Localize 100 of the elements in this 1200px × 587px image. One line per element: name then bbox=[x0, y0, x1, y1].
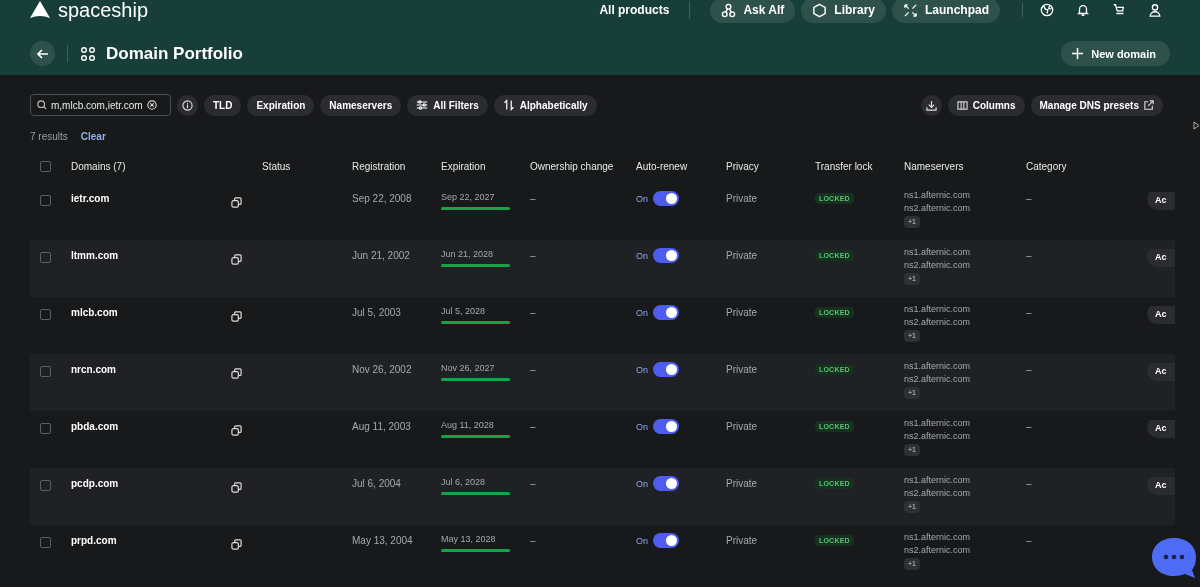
checkbox[interactable] bbox=[40, 309, 51, 320]
search-input[interactable]: m,mlcb.com,ietr.com bbox=[51, 99, 143, 111]
auto-renew-label: On bbox=[636, 307, 648, 318]
plus-icon bbox=[1072, 48, 1084, 59]
nameserver: ns1.afternic.com bbox=[904, 246, 971, 259]
registration-date: Jul 6, 2004 bbox=[352, 477, 402, 489]
copy-icon[interactable] bbox=[231, 539, 242, 550]
expiration-bar bbox=[441, 435, 510, 438]
cart-icon[interactable] bbox=[1112, 3, 1126, 17]
filter-chip[interactable]: Alphabetically bbox=[493, 94, 597, 116]
category: – bbox=[1026, 534, 1033, 546]
category: – bbox=[1026, 420, 1033, 432]
expiration-date: Jun 21, 2028 bbox=[441, 249, 495, 259]
registration-date: Nov 26, 2002 bbox=[352, 363, 413, 375]
checkbox[interactable] bbox=[40, 366, 51, 377]
ownership-change: – bbox=[530, 420, 537, 432]
toggle-switch[interactable] bbox=[653, 476, 679, 491]
filter-chip[interactable]: Expiration bbox=[247, 94, 315, 116]
action-button[interactable]: Ac bbox=[1147, 306, 1175, 324]
copy-icon[interactable] bbox=[231, 254, 242, 265]
nameserver: ns2.afternic.com bbox=[904, 430, 971, 443]
nameserver: ns1.afternic.com bbox=[904, 531, 971, 544]
checkbox[interactable] bbox=[40, 423, 51, 434]
registration-date: Sep 22, 2008 bbox=[352, 192, 413, 204]
toggle-switch[interactable] bbox=[653, 191, 679, 206]
ownership-change: – bbox=[530, 534, 537, 546]
copy-icon[interactable] bbox=[231, 368, 242, 379]
manage-dns-presets-button[interactable]: Manage DNS presets bbox=[1030, 94, 1163, 116]
nameserver: ns2.afternic.com bbox=[904, 487, 971, 500]
column-header: Nameservers bbox=[904, 161, 965, 172]
filter-icon bbox=[416, 99, 429, 111]
chat-bubble-icon[interactable] bbox=[1151, 537, 1197, 579]
action-button[interactable]: Ac bbox=[1147, 192, 1175, 210]
domain-name[interactable]: pcdp.com bbox=[71, 477, 231, 489]
domain-name[interactable]: prpd.com bbox=[71, 534, 231, 546]
checkbox[interactable] bbox=[40, 161, 51, 172]
filter-chip[interactable]: All Filters bbox=[407, 94, 488, 116]
copy-icon[interactable] bbox=[231, 425, 242, 436]
nav-button[interactable]: Launchpad bbox=[892, 0, 1000, 23]
domain-name[interactable]: nrcn.com bbox=[71, 363, 231, 375]
info-button[interactable] bbox=[177, 94, 198, 116]
portfolio-icon bbox=[80, 45, 96, 62]
arrow-left-icon bbox=[36, 47, 49, 60]
privacy-status: Private bbox=[726, 363, 759, 375]
clear-link[interactable]: Clear bbox=[80, 131, 106, 142]
copy-icon[interactable] bbox=[231, 482, 242, 493]
column-header: Privacy bbox=[726, 161, 760, 172]
auto-renew-label: On bbox=[636, 478, 648, 489]
globe-icon[interactable] bbox=[1040, 3, 1054, 17]
domain-name[interactable]: mlcb.com bbox=[71, 306, 231, 318]
column-header: Status bbox=[262, 161, 292, 172]
all-products-link[interactable]: All products bbox=[599, 3, 670, 17]
action-button[interactable]: Ac bbox=[1147, 363, 1175, 381]
nameserver: ns2.afternic.com bbox=[904, 373, 971, 386]
action-button[interactable]: Ac bbox=[1147, 420, 1175, 438]
nameserver: ns1.afternic.com bbox=[904, 417, 971, 430]
expiration-date: May 13, 2028 bbox=[441, 534, 497, 544]
results-count: 7 results bbox=[30, 131, 68, 142]
checkbox[interactable] bbox=[40, 195, 51, 206]
expiration-bar bbox=[441, 321, 510, 324]
nameserver: ns1.afternic.com bbox=[904, 189, 971, 202]
filter-chip[interactable]: Nameservers bbox=[320, 94, 402, 116]
toggle-switch[interactable] bbox=[653, 533, 679, 548]
filter-chip[interactable]: TLD bbox=[204, 94, 242, 116]
domain-name[interactable]: ltmm.com bbox=[71, 249, 231, 261]
domain-name[interactable]: pbda.com bbox=[71, 420, 231, 432]
toggle-switch[interactable] bbox=[653, 305, 679, 320]
expiration-date: Aug 11, 2028 bbox=[441, 420, 495, 430]
ownership-change: – bbox=[530, 363, 537, 375]
nav-button[interactable]: Library bbox=[801, 0, 886, 23]
domain-name[interactable]: ietr.com bbox=[71, 192, 231, 204]
clear-icon[interactable] bbox=[147, 100, 157, 110]
action-button[interactable]: Ac bbox=[1147, 477, 1175, 495]
toggle-switch[interactable] bbox=[653, 248, 679, 263]
bell-icon[interactable] bbox=[1076, 3, 1090, 17]
toggle-switch[interactable] bbox=[653, 362, 679, 377]
back-button[interactable] bbox=[30, 41, 55, 66]
checkbox[interactable] bbox=[40, 480, 51, 491]
column-header: Category bbox=[1026, 161, 1068, 172]
toggle-switch[interactable] bbox=[653, 419, 679, 434]
column-header: Registration bbox=[352, 161, 407, 172]
nameserver: ns2.afternic.com bbox=[904, 202, 971, 215]
user-icon[interactable] bbox=[1148, 3, 1162, 17]
new-domain-button[interactable]: New domain bbox=[1061, 41, 1170, 66]
category: – bbox=[1026, 477, 1033, 489]
nav-button[interactable]: Ask Alf bbox=[710, 0, 796, 23]
columns-button[interactable]: Columns bbox=[947, 94, 1025, 116]
copy-icon[interactable] bbox=[231, 197, 242, 208]
search-field[interactable]: m,mlcb.com,ietr.com bbox=[30, 94, 171, 116]
action-button[interactable]: Ac bbox=[1147, 249, 1175, 267]
checkbox[interactable] bbox=[40, 537, 51, 548]
download-button[interactable] bbox=[920, 94, 942, 116]
expiration-date: Jul 5, 2028 bbox=[441, 306, 487, 316]
copy-icon[interactable] bbox=[231, 311, 242, 322]
ownership-change: – bbox=[530, 306, 537, 318]
nameserver: ns2.afternic.com bbox=[904, 259, 971, 272]
registration-date: May 13, 2004 bbox=[352, 534, 414, 546]
logo-icon bbox=[30, 1, 50, 19]
checkbox[interactable] bbox=[40, 252, 51, 263]
nameserver: ns1.afternic.com bbox=[904, 360, 971, 373]
